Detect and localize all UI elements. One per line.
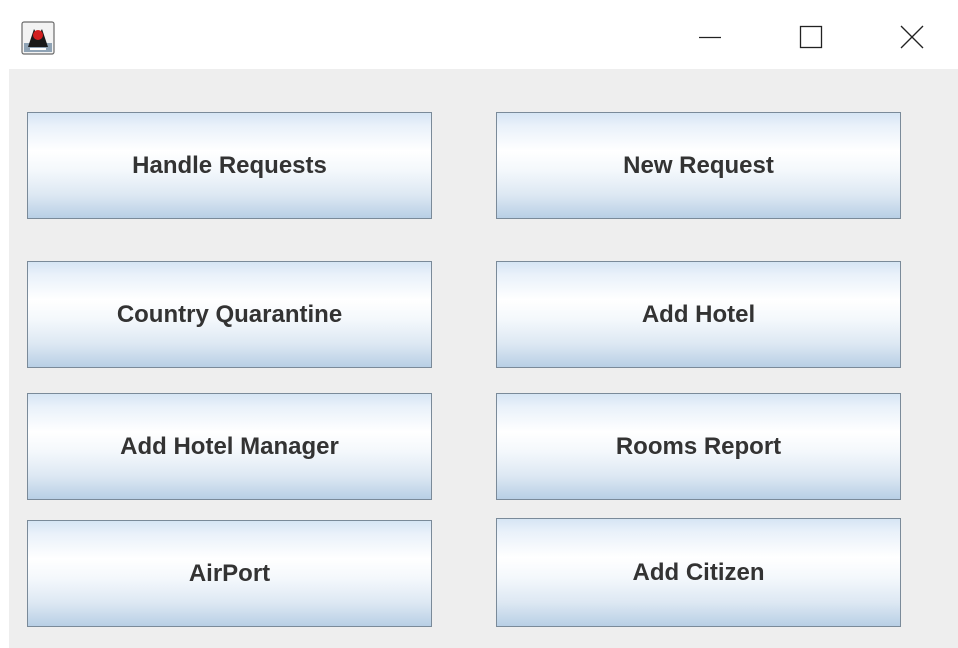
new-request-button[interactable]: New Request	[496, 112, 901, 219]
country-quarantine-button[interactable]: Country Quarantine	[27, 261, 432, 368]
content-panel: Handle Requests New Request Country Quar…	[9, 69, 958, 648]
title-bar[interactable]	[0, 0, 958, 68]
maximize-icon	[799, 25, 823, 49]
add-hotel-button[interactable]: Add Hotel	[496, 261, 901, 368]
airport-button[interactable]: AirPort	[27, 520, 432, 627]
close-icon	[900, 25, 924, 49]
add-hotel-manager-button[interactable]: Add Hotel Manager	[27, 393, 432, 500]
minimize-button[interactable]	[680, 10, 740, 64]
maximize-button[interactable]	[781, 10, 841, 64]
close-button[interactable]	[882, 10, 942, 64]
rooms-report-button[interactable]: Rooms Report	[496, 393, 901, 500]
handle-requests-button[interactable]: Handle Requests	[27, 112, 432, 219]
java-duke-icon[interactable]	[21, 21, 55, 55]
application-window: Handle Requests New Request Country Quar…	[0, 0, 958, 648]
minimize-icon	[698, 25, 722, 49]
add-citizen-button[interactable]: Add Citizen	[496, 518, 901, 627]
